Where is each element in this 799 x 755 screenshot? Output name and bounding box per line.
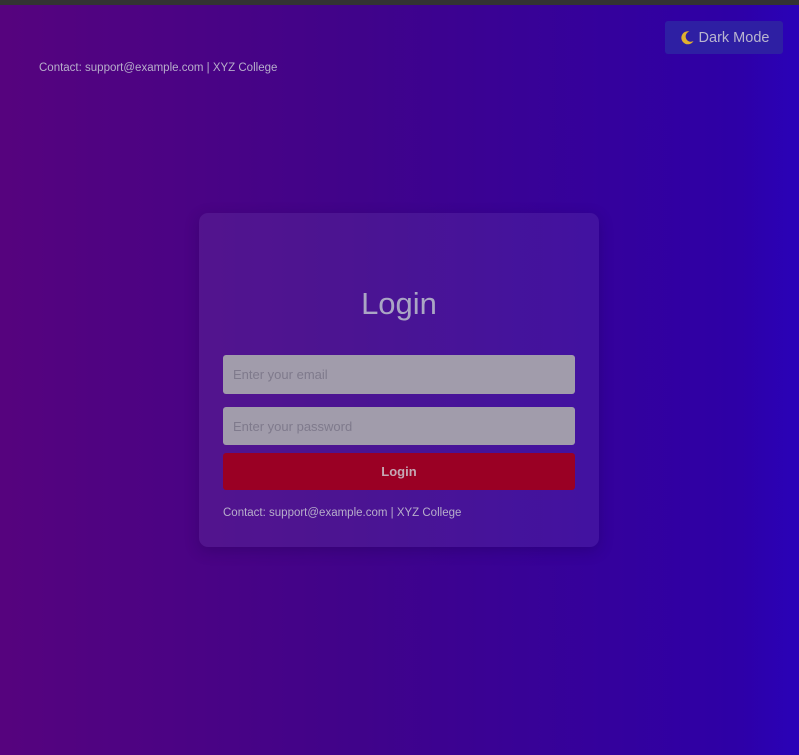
email-input[interactable] <box>223 355 575 394</box>
top-strip <box>0 0 799 5</box>
login-page: { "theme_toggle": { "icon": "moon-icon",… <box>0 0 799 755</box>
dark-mode-label: Dark Mode <box>698 29 770 46</box>
login-card: Login Login Contact: support@example.com… <box>199 213 599 547</box>
header-contact-text: Contact: support@example.com | XYZ Colle… <box>39 62 278 74</box>
login-title: Login <box>361 286 437 321</box>
password-input[interactable] <box>223 407 575 445</box>
login-button[interactable]: Login <box>223 453 575 490</box>
moon-icon <box>679 30 695 46</box>
dark-mode-toggle-button[interactable]: Dark Mode <box>665 21 783 54</box>
card-contact-text: Contact: support@example.com | XYZ Colle… <box>223 507 462 519</box>
